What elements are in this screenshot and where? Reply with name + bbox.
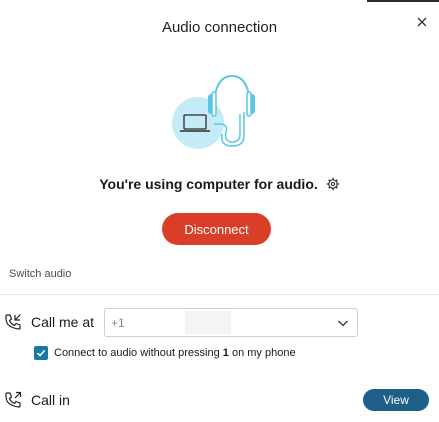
- status-text: You're using computer for audio.: [99, 176, 318, 192]
- dialog-header: Audio connection: [0, 4, 439, 50]
- phone-number-dropdown[interactable]: +1: [104, 308, 358, 337]
- auto-connect-option: Connect to audio without pressing 1 on m…: [34, 346, 296, 360]
- view-button[interactable]: View: [363, 389, 429, 411]
- auto-connect-label: Connect to audio without pressing 1 on m…: [54, 347, 296, 359]
- country-code: +1: [111, 315, 125, 330]
- divider: [0, 294, 439, 295]
- chevron-down-icon: [335, 315, 351, 331]
- switch-audio-label: Switch audio: [9, 268, 72, 280]
- call-in-label: Call in: [31, 392, 70, 408]
- dialog-title: Audio connection: [161, 18, 278, 36]
- phone-number-value: [185, 311, 231, 334]
- phone-outgoing-icon: [4, 391, 22, 409]
- close-icon[interactable]: [413, 13, 431, 31]
- auto-connect-checkbox[interactable]: [34, 346, 48, 360]
- audio-status: You're using computer for audio.: [0, 174, 439, 194]
- phone-callback-icon: [4, 313, 22, 331]
- gear-icon[interactable]: [326, 177, 340, 191]
- headset-laptop-illustration: [168, 72, 260, 152]
- call-me-label: Call me at: [31, 314, 95, 330]
- disconnect-button[interactable]: Disconnect: [162, 213, 271, 245]
